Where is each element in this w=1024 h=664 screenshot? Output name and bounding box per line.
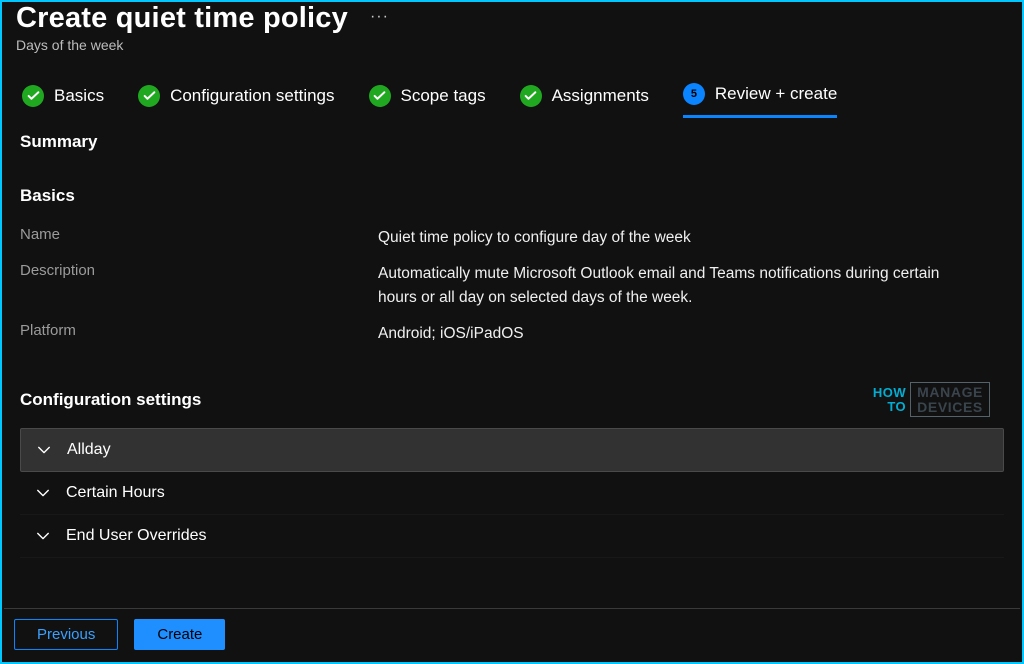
tab-label: Configuration settings [170, 86, 334, 106]
tab-label: Assignments [552, 86, 649, 106]
watermark-text: DEVICES [917, 400, 983, 415]
accordion-label: Certain Hours [66, 484, 165, 502]
label-name: Name [20, 226, 378, 243]
accordion-label: End User Overrides [66, 527, 207, 545]
page-header: Create quiet time policy ··· Days of the… [2, 2, 1022, 53]
previous-button[interactable]: Previous [14, 619, 118, 650]
value-description: Automatically mute Microsoft Outlook ema… [378, 262, 948, 310]
label-description: Description [20, 262, 378, 279]
accordion-allday[interactable]: Allday [20, 428, 1004, 472]
config-accordion: Allday Certain Hours End User Overrides [20, 428, 1004, 558]
wizard-tabs: Basics Configuration settings Scope tags… [2, 53, 1022, 128]
step-number-icon: 5 [683, 83, 705, 105]
basics-heading: Basics [20, 186, 1004, 206]
tab-basics[interactable]: Basics [22, 85, 104, 117]
tab-scope-tags[interactable]: Scope tags [369, 85, 486, 117]
tab-assignments[interactable]: Assignments [520, 85, 649, 117]
tab-configuration-settings[interactable]: Configuration settings [138, 85, 334, 117]
tab-label: Basics [54, 86, 104, 106]
accordion-certain-hours[interactable]: Certain Hours [20, 472, 1004, 515]
row-name: Name Quiet time policy to configure day … [20, 226, 1004, 250]
page-title: Create quiet time policy [16, 2, 348, 35]
label-platform: Platform [20, 322, 378, 339]
tab-label: Scope tags [401, 86, 486, 106]
accordion-end-user-overrides[interactable]: End User Overrides [20, 515, 1004, 558]
config-heading: Configuration settings [20, 390, 1004, 410]
watermark-text: MANAGE [917, 385, 983, 400]
watermark-text: HOW [873, 386, 906, 400]
check-icon [369, 85, 391, 107]
row-description: Description Automatically mute Microsoft… [20, 262, 1004, 310]
chevron-down-icon [36, 486, 50, 500]
chevron-down-icon [36, 529, 50, 543]
check-icon [520, 85, 542, 107]
tab-label: Review + create [715, 84, 837, 104]
watermark-text: TO [887, 400, 906, 414]
summary-heading: Summary [20, 132, 1004, 152]
create-button[interactable]: Create [134, 619, 225, 650]
footer-bar: Previous Create [4, 608, 1020, 660]
tab-review-create[interactable]: 5 Review + create [683, 83, 837, 118]
check-icon [22, 85, 44, 107]
value-platform: Android; iOS/iPadOS [378, 322, 524, 346]
accordion-label: Allday [67, 441, 111, 459]
chevron-down-icon [37, 443, 51, 457]
page-subtitle: Days of the week [16, 37, 1008, 53]
value-name: Quiet time policy to configure day of th… [378, 226, 691, 250]
more-icon[interactable]: ··· [370, 8, 389, 26]
check-icon [138, 85, 160, 107]
review-content: Summary Basics Name Quiet time policy to… [2, 128, 1022, 558]
watermark-logo: HOW TO MANAGE DEVICES [873, 382, 990, 417]
row-platform: Platform Android; iOS/iPadOS [20, 322, 1004, 346]
